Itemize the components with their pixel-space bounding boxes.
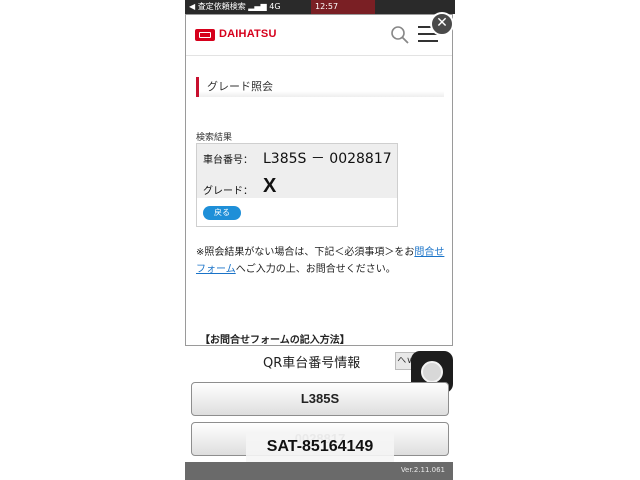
- result-box: 車台番号： L385S － 0028817 グレード： X 戻る: [196, 143, 398, 227]
- grade-label: グレード：: [203, 186, 253, 197]
- note-suffix: へご入力の上、お問合せください。: [235, 264, 396, 275]
- reference-id-label: SAT-85164149: [246, 432, 394, 462]
- search-icon[interactable]: [390, 25, 410, 45]
- note-prefix: ※照会結果がない場合は、下記＜必須事項＞をお: [196, 247, 415, 258]
- status-clock: 12:57: [315, 2, 339, 11]
- result-table: 車台番号： L385S － 0028817 グレード： X: [197, 144, 397, 198]
- no-result-note: ※照会結果がない場合は、下記＜必須事項＞をお問合せフォームへご入力の上、お問合せ…: [196, 244, 446, 278]
- form-howto-heading: 【お問合せフォームの記入方法】: [200, 335, 350, 346]
- close-icon[interactable]: ✕: [430, 12, 454, 36]
- status-bar: ◀ 査定依頼検索 ▂▄▆ 4G 12:57: [185, 0, 455, 14]
- chassis-label: 車台番号：: [203, 155, 253, 166]
- back-to-app[interactable]: ◀ 査定依頼検索: [189, 2, 246, 11]
- app-footer: Ver.2.11.061: [185, 462, 453, 480]
- network-type: 4G: [269, 2, 281, 11]
- signal-indicator: ▂▄▆: [248, 2, 267, 11]
- version-label: Ver.2.11.061: [400, 466, 445, 474]
- grade-value: X: [263, 175, 277, 197]
- brand-name[interactable]: DAIHATSU: [219, 28, 277, 40]
- site-header: DAIHATSU: [186, 15, 452, 56]
- back-button[interactable]: 戻る: [203, 206, 241, 220]
- qr-section-title: QR車台番号情報: [263, 356, 361, 371]
- result-heading: 検索結果: [196, 133, 233, 143]
- chassis-value: L385S － 0028817: [263, 151, 392, 167]
- browser-panel: DAIHATSU グレード照会 検索結果 車台番号： L385S － 00288…: [185, 14, 453, 346]
- model-code-button[interactable]: L385S: [191, 382, 449, 416]
- section-title: グレード照会: [196, 77, 444, 97]
- daihatsu-logo-icon[interactable]: [195, 29, 215, 41]
